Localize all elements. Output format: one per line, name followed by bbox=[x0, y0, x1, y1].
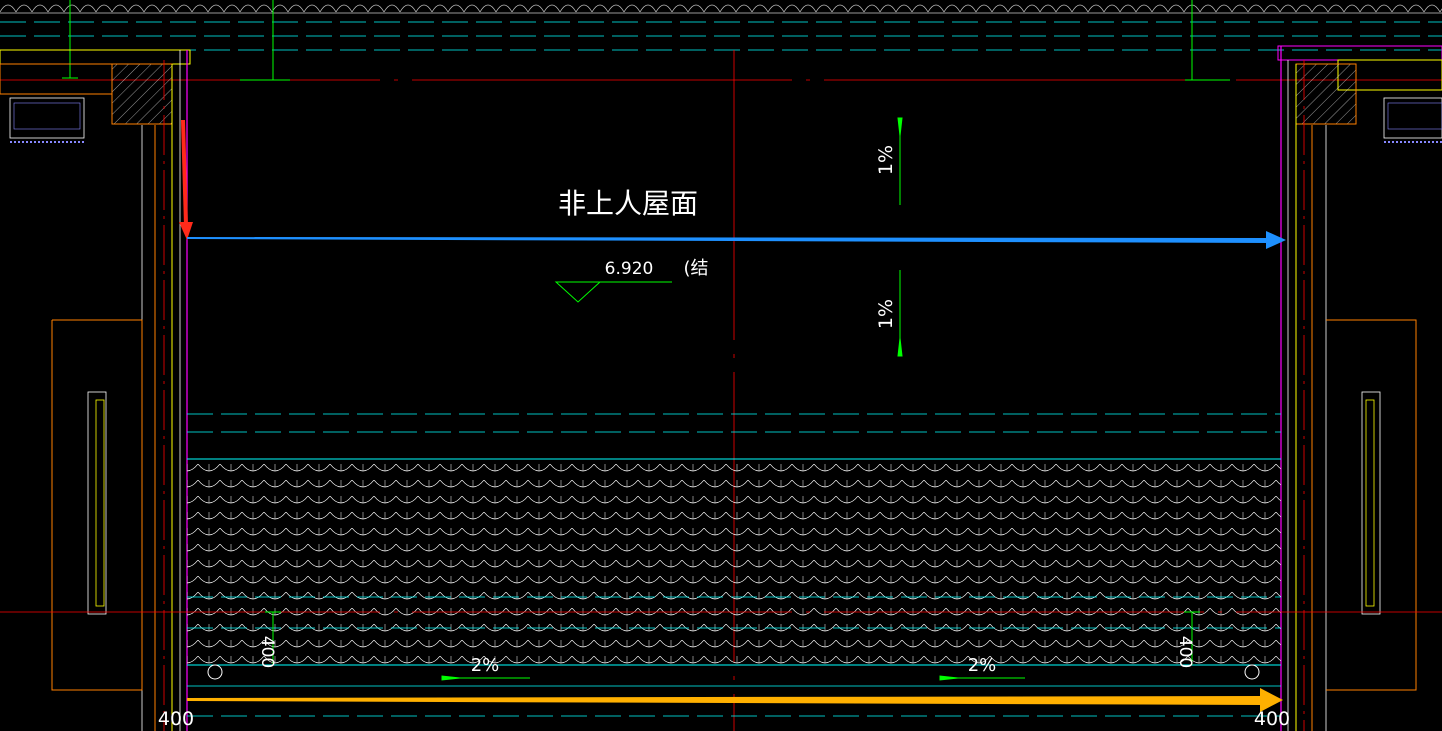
dimension-right-label: 400 bbox=[1175, 636, 1195, 668]
dimension-left-label: 400 bbox=[257, 636, 277, 668]
dimension-bottom-right: 400 bbox=[1254, 708, 1290, 730]
elevation-value: 6.920 bbox=[605, 259, 654, 279]
slope-label-right: 2% bbox=[968, 655, 997, 676]
cad-roof-plan: 1% 1% 2% 2% 400 400 400 400 非上人屋面 6.920 … bbox=[0, 0, 1442, 731]
slope-label-upper: 1% bbox=[875, 145, 897, 175]
dimension-bottom-left: 400 bbox=[158, 708, 194, 730]
slope-label-left: 2% bbox=[471, 655, 500, 676]
roof-label: 非上人屋面 bbox=[558, 187, 698, 220]
slope-label-lower: 1% bbox=[875, 299, 897, 329]
roof-tile-pattern bbox=[187, 459, 1281, 665]
elevation-suffix: (结 bbox=[683, 258, 708, 279]
